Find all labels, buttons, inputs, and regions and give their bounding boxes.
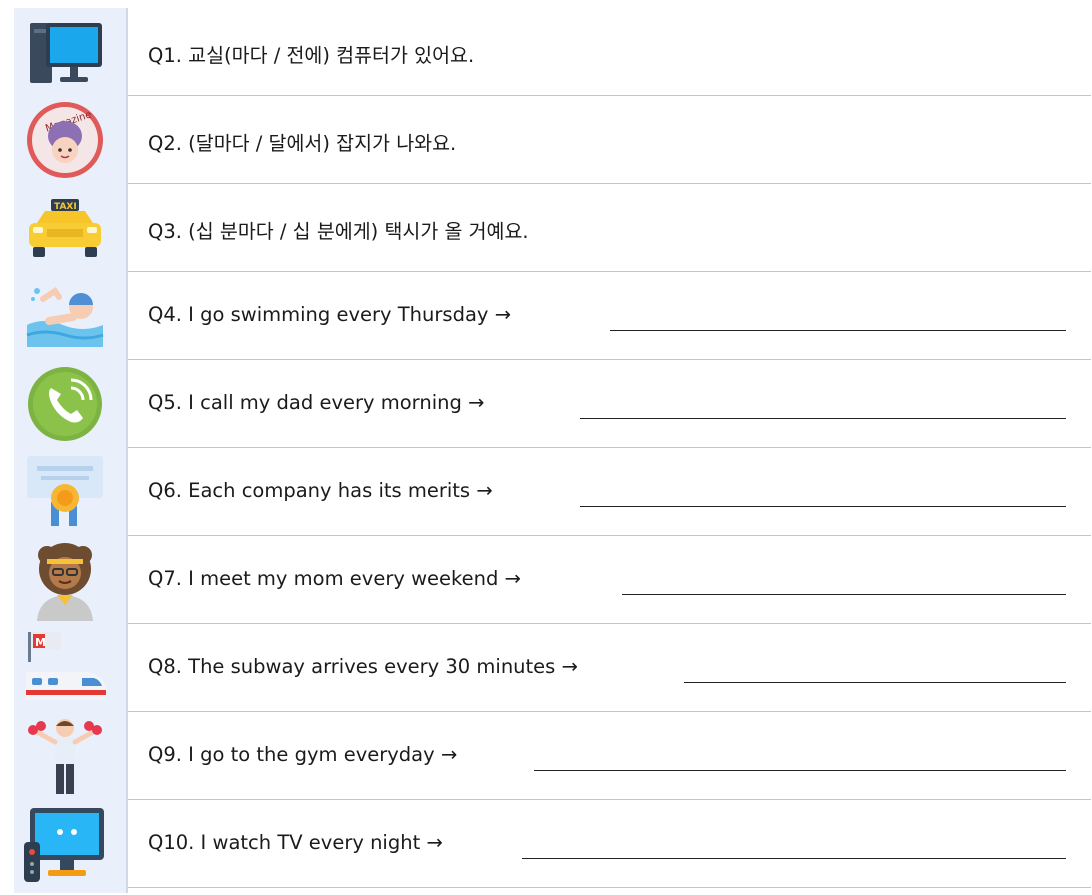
question-row-2: Magazine Q2. (달마다 / 달에서) 잡지가 나와요. xyxy=(14,96,1091,184)
question-row-6: Q6. Each company has its merits → xyxy=(14,448,1091,536)
question-cell: Q4. I go swimming every Thursday → xyxy=(128,272,1091,360)
question-text: Q7. I meet my mom every weekend → xyxy=(148,567,521,590)
taxi-sign-text: TAXI xyxy=(54,202,77,212)
question-cell: Q2. (달마다 / 달에서) 잡지가 나와요. xyxy=(128,96,1091,184)
question-cell: Q3. (십 분마다 / 십 분에게) 택시가 올 거예요. xyxy=(128,184,1091,272)
question-text: Q8. The subway arrives every 30 minutes … xyxy=(148,655,578,678)
question-text: Q2. (달마다 / 달에서) 잡지가 나와요. xyxy=(148,132,457,155)
question-row-8: M Q8. The subway arrives every 30 minute… xyxy=(14,624,1091,712)
answer-blank[interactable] xyxy=(622,594,1066,595)
question-cell: Q1. 교실(마다 / 전에) 컴퓨터가 있어요. xyxy=(128,8,1091,96)
swimmer-icon xyxy=(20,278,110,354)
question-cell: Q8. The subway arrives every 30 minutes … xyxy=(128,624,1091,712)
question-row-4: Q4. I go swimming every Thursday → xyxy=(14,272,1091,360)
answer-blank[interactable] xyxy=(610,330,1066,331)
subway-sign-text: M xyxy=(35,636,46,649)
answer-blank[interactable] xyxy=(522,858,1066,859)
question-text: Q9. I go to the gym everyday → xyxy=(148,743,458,766)
question-text: Q5. I call my dad every morning → xyxy=(148,391,485,414)
question-text: Q6. Each company has its merits → xyxy=(148,479,493,502)
television-icon xyxy=(20,806,110,882)
woman-avatar-icon xyxy=(20,542,110,621)
answer-blank[interactable] xyxy=(580,506,1066,507)
question-text: Q10. I watch TV every night → xyxy=(148,831,443,854)
certificate-icon xyxy=(20,454,110,530)
question-row-3: TAXI Q3. (십 분마다 / 십 분에게) 택시가 올 거예요. xyxy=(14,184,1091,272)
phone-call-icon xyxy=(20,366,110,442)
worksheet: Q1. 교실(마다 / 전에) 컴퓨터가 있어요. Magazine Q2. (… xyxy=(14,8,1091,893)
question-text: Q3. (십 분마다 / 십 분에게) 택시가 올 거예요. xyxy=(148,220,529,243)
question-text: Q4. I go swimming every Thursday → xyxy=(148,303,511,326)
question-cell: Q6. Each company has its merits → xyxy=(128,448,1091,536)
question-cell: Q10. I watch TV every night → xyxy=(128,800,1091,888)
taxi-icon: TAXI xyxy=(20,190,110,266)
question-row-10: Q10. I watch TV every night → xyxy=(14,800,1091,888)
subway-train-icon: M xyxy=(20,630,110,706)
answer-blank[interactable] xyxy=(684,682,1066,683)
question-cell: Q9. I go to the gym everyday → xyxy=(128,712,1091,800)
question-row-1: Q1. 교실(마다 / 전에) 컴퓨터가 있어요. xyxy=(14,8,1091,96)
dumbbell-man-icon xyxy=(20,718,110,794)
question-row-9: Q9. I go to the gym everyday → xyxy=(14,712,1091,800)
question-cell: Q5. I call my dad every morning → xyxy=(128,360,1091,448)
answer-blank[interactable] xyxy=(580,418,1066,419)
question-text: Q1. 교실(마다 / 전에) 컴퓨터가 있어요. xyxy=(148,44,475,67)
question-row-5: Q5. I call my dad every morning → xyxy=(14,360,1091,448)
answer-blank[interactable] xyxy=(534,770,1066,771)
computer-icon xyxy=(20,14,110,90)
magazine-icon: Magazine xyxy=(20,102,110,178)
question-row-7: Q7. I meet my mom every weekend → xyxy=(14,536,1091,624)
question-cell: Q7. I meet my mom every weekend → xyxy=(128,536,1091,624)
